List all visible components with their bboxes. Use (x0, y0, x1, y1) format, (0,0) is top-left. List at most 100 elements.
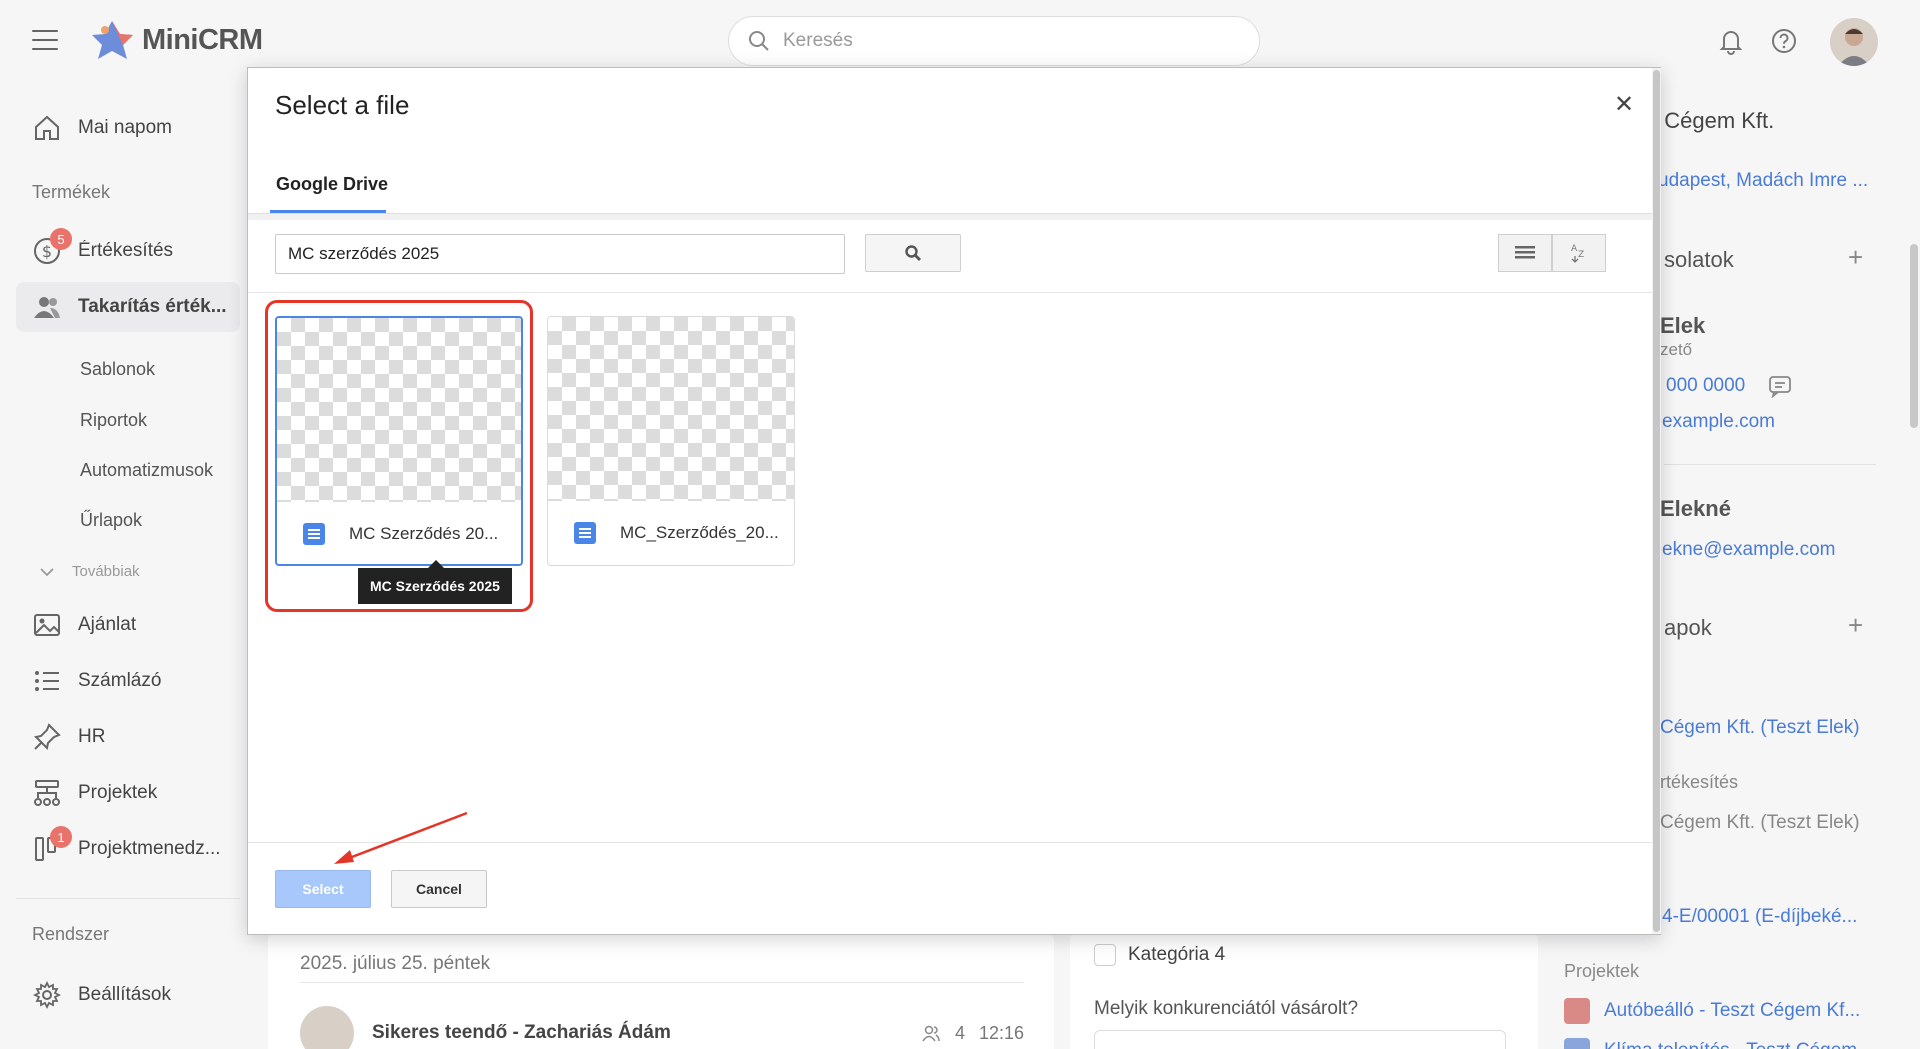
page-scrollbar[interactable] (1910, 244, 1918, 428)
add-contact-plus-icon[interactable]: + (1848, 242, 1863, 273)
chevron-down-icon (40, 567, 54, 576)
file-search-input[interactable] (275, 234, 845, 274)
global-search-input[interactable]: Keresés (728, 16, 1260, 66)
file-tile[interactable]: MC Szerződés 20... (275, 316, 523, 566)
project-link-1[interactable]: Autóbeálló - Teszt Cégem Kf... (1604, 1000, 1860, 1022)
timeline-divider (300, 982, 1024, 983)
sidebar-item-label: Ajánlat (78, 614, 137, 635)
sidebar-item-label: Projektek (78, 782, 158, 803)
sidebar-subitem-automations[interactable]: Automatizmusok (80, 460, 213, 481)
file-thumbnail (548, 317, 794, 501)
toolbar-bottom-divider (248, 292, 1652, 293)
project-color-swatch (1564, 1038, 1590, 1049)
contacts-heading: solatok (1664, 247, 1734, 272)
sidebar-item-sales[interactable]: $ Értékesítés (16, 226, 240, 276)
sidebar-item-label: Értékesítés (78, 240, 174, 261)
sidebar: Mai napom Termékek $ Értékesítés 5 Takar… (0, 82, 250, 1049)
projects-label: Projektek (1564, 961, 1640, 981)
message-icon[interactable] (1768, 374, 1792, 398)
participants-icon (922, 1025, 940, 1042)
select-button[interactable]: Select (275, 870, 371, 908)
file-picker-dialog: Select a file ✕ Google Drive AZ MC Szerz… (247, 67, 1661, 935)
section-system-label: Rendszer (32, 924, 110, 944)
category-checkbox[interactable] (1094, 944, 1116, 966)
app-logo[interactable]: MiniCRM (90, 18, 263, 62)
sidebar-item-label: Takarítás érték... (78, 296, 227, 317)
project-color-swatch (1564, 998, 1590, 1024)
list-view-button[interactable] (1498, 234, 1552, 272)
contacts-divider (1664, 464, 1876, 465)
sidebar-item-projects[interactable]: Projektek (16, 768, 240, 818)
invoice-link[interactable]: 4-E/00001 (E-díjbeké... (1662, 906, 1857, 928)
project-link-2[interactable]: Klíma telepítés - Teszt Cégem (1604, 1040, 1857, 1049)
category-checkbox-row[interactable]: Kategória 4 (1094, 944, 1225, 966)
svg-text:Z: Z (1578, 250, 1584, 260)
company-address[interactable]: udapest, Madách Imre ... (1658, 170, 1868, 192)
file-search-button[interactable] (865, 234, 961, 272)
sidebar-item-label: HR (78, 726, 106, 747)
cancel-button[interactable]: Cancel (391, 870, 487, 908)
task-participant-count: 4 (954, 1022, 965, 1043)
sidebar-item-offer[interactable]: Ajánlat (16, 600, 240, 650)
competitor-input[interactable] (1094, 1030, 1506, 1049)
company-title: : Cégem Kft. (1652, 108, 1775, 133)
sidebar-item-home[interactable]: Mai napom (16, 103, 240, 153)
user-avatar[interactable] (1830, 18, 1878, 66)
datasheets-heading: apok (1664, 615, 1712, 640)
hamburger-menu-icon[interactable] (32, 30, 58, 50)
sort-az-button[interactable]: AZ (1552, 234, 1606, 272)
contact1-role: zető (1660, 340, 1693, 359)
google-doc-icon (303, 523, 325, 545)
timeline-date: 2025. július 25. péntek (300, 953, 491, 974)
sidebar-item-label: Számlázó (78, 670, 162, 691)
sidebar-more[interactable]: Továbbiak (40, 563, 140, 580)
bell-icon[interactable] (1716, 26, 1746, 56)
sidebar-item-label: Mai napom (78, 117, 172, 138)
help-icon[interactable] (1769, 26, 1799, 56)
dialog-title: Select a file (275, 90, 410, 120)
search-icon (905, 245, 921, 261)
sidebar-item-label: Beállítások (78, 984, 171, 1005)
svg-text:A: A (1571, 244, 1578, 254)
sidebar-subitem-templates[interactable]: Sablonok (80, 359, 155, 380)
list-view-icon (1515, 246, 1535, 259)
file-name-tooltip: MC Szerződés 2025 (358, 560, 512, 604)
sidebar-subitem-forms[interactable]: Űrlapok (80, 510, 142, 531)
hierarchy-icon (34, 780, 60, 806)
sidebar-item-invoicing[interactable]: Számlázó (16, 656, 240, 706)
users-icon (34, 297, 60, 318)
sidebar-item-project-management[interactable]: Projektmenedz... (16, 824, 240, 874)
sales-module-label: rtékesítés (1660, 772, 1739, 792)
task-avatar (300, 1006, 354, 1049)
file-thumbnail (277, 318, 521, 502)
minicrm-logo-icon (92, 21, 133, 59)
home-icon (35, 115, 59, 140)
search-icon (749, 31, 769, 51)
timeline-task-row[interactable]: Sikeres teendő - Zachariás Ádám 4 12:16 (300, 1006, 1024, 1049)
dialog-tab-bar: Google Drive (248, 154, 1652, 214)
gear-icon (32, 980, 62, 1010)
svg-text:$: $ (42, 242, 52, 261)
dialog-scrollbar[interactable] (1652, 68, 1661, 934)
sidebar-item-settings[interactable]: Beállítások (16, 970, 240, 1020)
google-doc-icon (574, 522, 596, 544)
sidebar-item-cleaning[interactable]: Takarítás érték... (16, 282, 240, 332)
file-tile[interactable]: MC_Szerződés_20... (547, 316, 795, 566)
tab-google-drive[interactable]: Google Drive (272, 154, 392, 214)
file-name-row: MC_Szerződés_20... (574, 522, 779, 544)
footer-divider (248, 842, 1652, 843)
add-datasheet-plus-icon[interactable]: + (1848, 610, 1863, 641)
datasheet-link[interactable]: Cégem Kft. (Teszt Elek) (1660, 717, 1860, 739)
task-title: Sikeres teendő - Zachariás Ádám (372, 1022, 671, 1043)
active-tab-indicator (270, 210, 386, 213)
contact1-email[interactable]: example.com (1662, 411, 1775, 433)
contact2-email[interactable]: ekne@example.com (1662, 539, 1835, 561)
contact1-phone[interactable]: 000 0000 (1666, 375, 1745, 397)
sales-datasheet-link[interactable]: Cégem Kft. (Teszt Elek) (1660, 812, 1860, 834)
competitor-question: Melyik konkurenciától vásárolt? (1094, 998, 1359, 1019)
close-icon[interactable]: ✕ (1614, 90, 1634, 119)
file-name: MC Szerződés 20... (349, 524, 499, 543)
sidebar-item-hr[interactable]: HR (16, 712, 240, 762)
task-time: 12:16 (978, 1022, 1024, 1043)
sidebar-subitem-reports[interactable]: Riportok (80, 410, 147, 431)
